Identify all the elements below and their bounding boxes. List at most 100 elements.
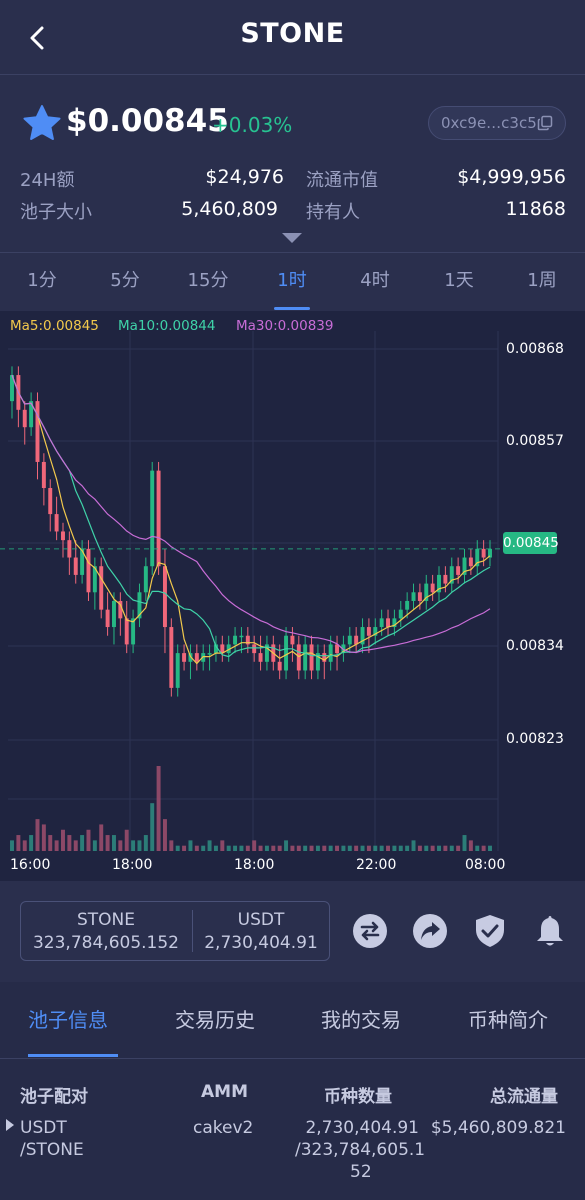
volume-bar [296,845,301,851]
volume-bar [271,845,276,851]
pair-line-1: USDT [20,1118,67,1138]
candle-body [61,531,65,541]
candle-body [111,600,116,628]
candle-body [162,566,167,628]
expand-row-icon[interactable] [6,1119,14,1131]
volume-bar [379,845,384,851]
contract-address: 0xc9e…c3c5 [441,114,537,132]
candle-body [366,627,371,636]
volume-bar [322,845,327,851]
volume-bar [462,835,467,851]
stat-value-24h-volume: $24,976 [205,166,284,188]
tab-token-intro[interactable]: 币种简介 [468,1004,548,1033]
bottom-panel: 池子信息 交易历史 我的交易 币种简介 池子配对 AMM 币种数量 总流通量 U… [0,982,585,1200]
candle-body [22,409,27,428]
price-row: $0.00845 +0.03% 0xc9e…c3c5 [0,100,585,150]
header-amm: AMM [201,1082,248,1102]
tab-15m[interactable]: 15分 [173,253,243,311]
tab-1h[interactable]: 1时 [257,253,327,311]
shield-check-icon[interactable] [472,913,508,949]
volume-bar [303,845,308,851]
volume-bar [284,840,289,851]
swap-icon[interactable] [352,913,388,949]
contract-address-button[interactable]: 0xc9e…c3c5 [428,106,566,140]
volume-bar [22,840,27,851]
candle-body [411,592,416,601]
share-icon[interactable] [412,913,448,949]
volume-bar [226,845,231,851]
candle-body [105,609,110,628]
candle-body [379,618,384,628]
reserve-stone: STONE 323,784,605.152 [29,902,183,960]
volume-bar [360,845,365,851]
candle-body [309,644,314,671]
tab-1d[interactable]: 1天 [424,253,494,311]
volume-bar [335,845,340,851]
stat-label-market-cap: 流通市值 [306,170,378,191]
x-tick-label: 22:00 [356,857,397,873]
volume-bar [264,845,269,851]
tab-5m[interactable]: 5分 [90,253,160,311]
volume-bar [201,845,206,851]
tab-1m[interactable]: 1分 [7,253,77,311]
volume-bar [443,845,448,851]
x-tick-label: 18:00 [234,857,275,873]
y-tick-label: 0.00823 [506,731,564,747]
tab-1w[interactable]: 1周 [507,253,577,311]
volume-bar [488,845,492,851]
divider [0,1058,585,1059]
candle-body [284,635,289,671]
pool-reserves-box: STONE 323,784,605.152 USDT 2,730,404.91 [20,901,330,961]
volume-bar [124,829,129,851]
amm-value: cakev2 [193,1118,254,1138]
price-chart[interactable]: Ma5:0.00845 Ma10:0.00844 Ma30:0.00839 0.… [0,311,585,881]
candle-body [233,635,238,645]
volume-bar [16,835,21,851]
stat-value-market-cap: $4,999,956 [457,166,566,188]
qty-line-1: 2,730,404.91 [305,1118,419,1138]
candle-body [405,600,410,610]
x-tick-label: 08:00 [465,857,506,873]
timeframe-tabs: 1分 5分 15分 1时 4时 1天 1周 [0,253,585,311]
candle-body [41,461,46,489]
candle-body [290,635,295,645]
x-tick-label: 18:00 [112,857,153,873]
stat-value-pool-size: 5,460,809 [181,198,278,220]
stat-label-24h-volume: 24H额 [20,170,75,191]
candle-body [73,557,78,575]
volume-bar [233,845,238,851]
volume-bar [398,845,403,851]
volume-bar [424,845,429,851]
reserve-amount: 2,730,404.91 [204,933,318,953]
favorite-star-icon[interactable] [22,104,62,142]
volume-bar [143,835,148,851]
expand-arrow-icon[interactable] [280,231,304,245]
candle-body [347,635,352,645]
tab-trade-history[interactable]: 交易历史 [175,1004,255,1033]
volume-bar [80,835,85,851]
volume-bar [373,845,378,851]
volume-bar [54,840,59,851]
tab-pool-info[interactable]: 池子信息 [28,1004,108,1033]
volume-bar [309,845,314,851]
volume-bar [341,845,346,851]
candle-body [481,548,486,558]
volume-bar [61,829,65,851]
tab-4h[interactable]: 4时 [340,253,410,311]
candle-body [398,609,403,619]
tab-my-trades[interactable]: 我的交易 [321,1004,401,1033]
qty-line-2: /323,784,605.1 [295,1140,426,1160]
bell-icon[interactable] [532,913,568,949]
ma30-line [11,374,491,654]
active-tab-indicator [274,307,310,310]
volume-bar [175,845,180,851]
volume-bar [386,845,391,851]
volume-bar [10,840,14,851]
candle-body [54,514,59,532]
candle-body [35,401,40,462]
candle-body [175,653,180,688]
volume-bar [48,835,53,851]
volume-bar [252,840,257,851]
candle-body [430,583,435,593]
volume-bar [162,819,167,851]
